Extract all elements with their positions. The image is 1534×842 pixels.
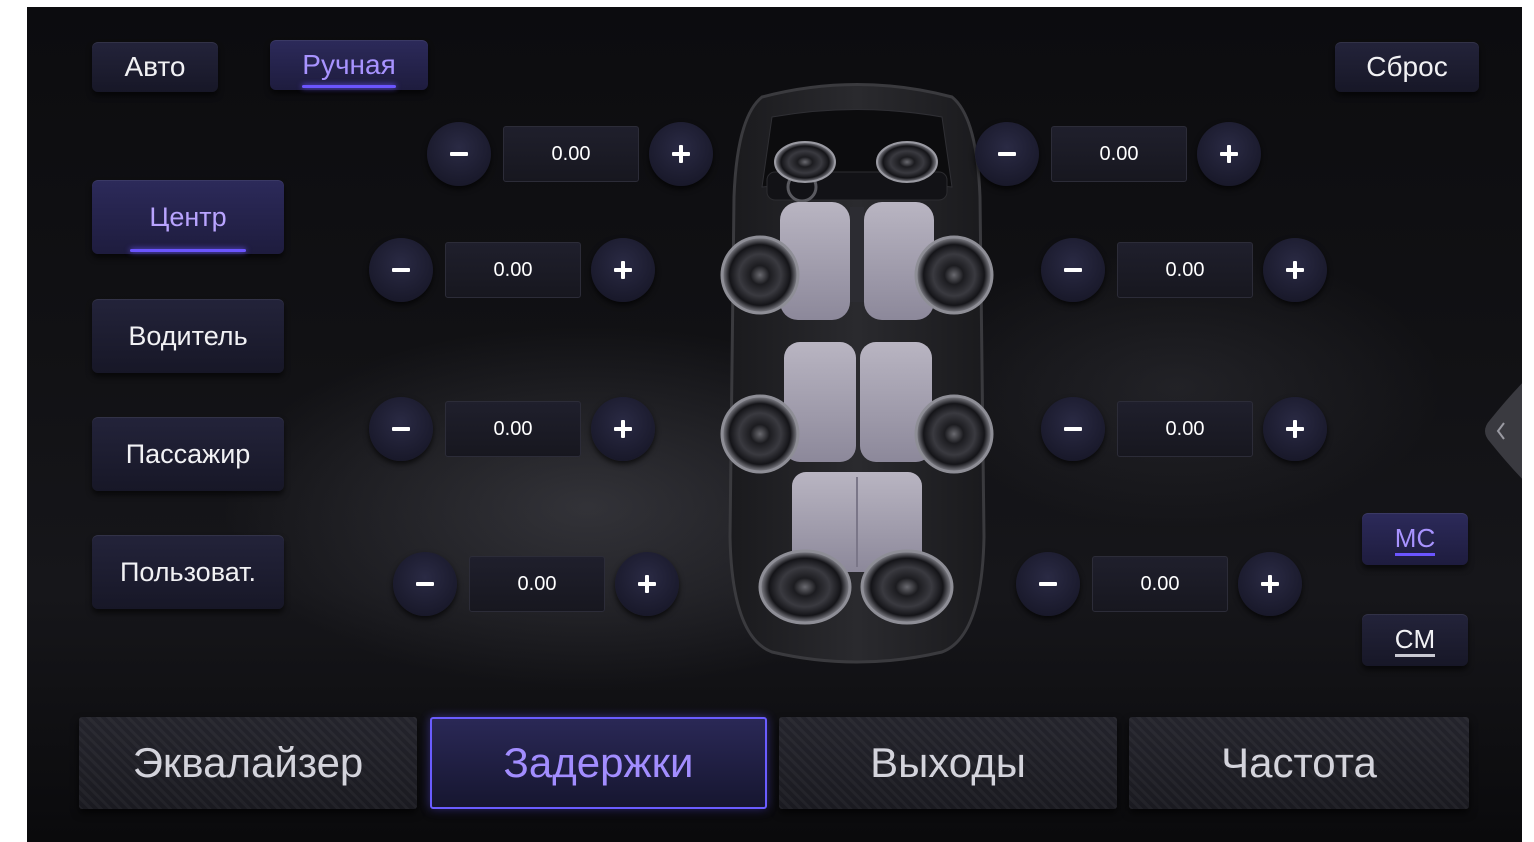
delay-control-rear-right-door: 0.00 [1041, 397, 1327, 461]
delay-control-front-right-tweeter: 0.00 [975, 122, 1261, 186]
tab-equalizer[interactable]: Эквалайзер [79, 717, 417, 809]
plus-icon [638, 575, 656, 593]
plus-icon [1261, 575, 1279, 593]
minus-icon [998, 152, 1016, 156]
delay-control-front-left-door: 0.00 [369, 238, 655, 302]
minus-icon [416, 582, 434, 586]
decrease-button[interactable] [369, 397, 433, 461]
reset-label: Сброс [1366, 51, 1448, 82]
minus-icon [1064, 268, 1082, 272]
manual-mode-button[interactable]: Ручная [270, 40, 428, 90]
delay-value: 0.00 [445, 242, 581, 298]
plus-icon [1220, 145, 1238, 163]
increase-button[interactable] [649, 122, 713, 186]
position-label: Центр [149, 201, 227, 232]
decrease-button[interactable] [1041, 238, 1105, 302]
position-center-button[interactable]: Центр [92, 180, 284, 254]
position-custom-button[interactable]: Пользоват. [92, 535, 284, 609]
delay-control-front-left-tweeter: 0.00 [427, 122, 713, 186]
increase-button[interactable] [1263, 238, 1327, 302]
delay-value: 0.00 [503, 126, 639, 182]
delay-value: 0.00 [445, 401, 581, 457]
delay-control-rear-left-door: 0.00 [369, 397, 655, 461]
position-passenger-button[interactable]: Пассажир [92, 417, 284, 491]
position-label: Пассажир [125, 438, 251, 469]
minus-icon [1064, 427, 1082, 431]
minus-icon [450, 152, 468, 156]
minus-icon [1039, 582, 1057, 586]
plus-icon [614, 261, 632, 279]
unit-cm-button[interactable]: CM [1362, 614, 1468, 666]
unit-ms-label: MC [1394, 523, 1436, 556]
tab-label: Эквалайзер [132, 739, 364, 786]
tab-delays[interactable]: Задержки [430, 717, 767, 809]
tab-label: Выходы [870, 739, 1026, 786]
increase-button[interactable] [591, 397, 655, 461]
side-panel-handle[interactable] [1480, 375, 1522, 487]
increase-button[interactable] [1263, 397, 1327, 461]
car-speaker-layout [720, 83, 994, 664]
decrease-button[interactable] [369, 238, 433, 302]
auto-mode-button[interactable]: Авто [92, 42, 218, 92]
reset-button[interactable]: Сброс [1335, 42, 1479, 92]
increase-button[interactable] [1197, 122, 1261, 186]
delay-value: 0.00 [469, 556, 605, 612]
position-label: Водитель [128, 320, 248, 351]
manual-mode-label: Ручная [302, 49, 396, 80]
delay-value: 0.00 [1051, 126, 1187, 182]
position-driver-button[interactable]: Водитель [92, 299, 284, 373]
delay-settings-screen: Авто Ручная Сброс Центр Водитель Пассажи… [27, 7, 1522, 842]
tab-label: Частота [1221, 739, 1377, 786]
plus-icon [672, 145, 690, 163]
decrease-button[interactable] [975, 122, 1039, 186]
decrease-button[interactable] [1016, 552, 1080, 616]
auto-mode-label: Авто [124, 51, 186, 82]
decrease-button[interactable] [427, 122, 491, 186]
delay-control-rear-left: 0.00 [393, 552, 679, 616]
decrease-button[interactable] [1041, 397, 1105, 461]
plus-icon [1286, 261, 1304, 279]
tab-frequency[interactable]: Частота [1129, 717, 1469, 809]
plus-icon [1286, 420, 1304, 438]
unit-cm-label: CM [1394, 624, 1436, 657]
increase-button[interactable] [591, 238, 655, 302]
minus-icon [392, 427, 410, 431]
delay-control-front-right-door: 0.00 [1041, 238, 1327, 302]
increase-button[interactable] [1238, 552, 1302, 616]
delay-value: 0.00 [1117, 242, 1253, 298]
position-label: Пользоват. [119, 556, 257, 587]
decrease-button[interactable] [393, 552, 457, 616]
increase-button[interactable] [615, 552, 679, 616]
unit-ms-button[interactable]: MC [1362, 513, 1468, 565]
tab-outputs[interactable]: Выходы [779, 717, 1117, 809]
plus-icon [614, 420, 632, 438]
tab-label: Задержки [503, 739, 694, 786]
delay-value: 0.00 [1092, 556, 1228, 612]
minus-icon [392, 268, 410, 272]
delay-control-rear-right: 0.00 [1016, 552, 1302, 616]
delay-value: 0.00 [1117, 401, 1253, 457]
